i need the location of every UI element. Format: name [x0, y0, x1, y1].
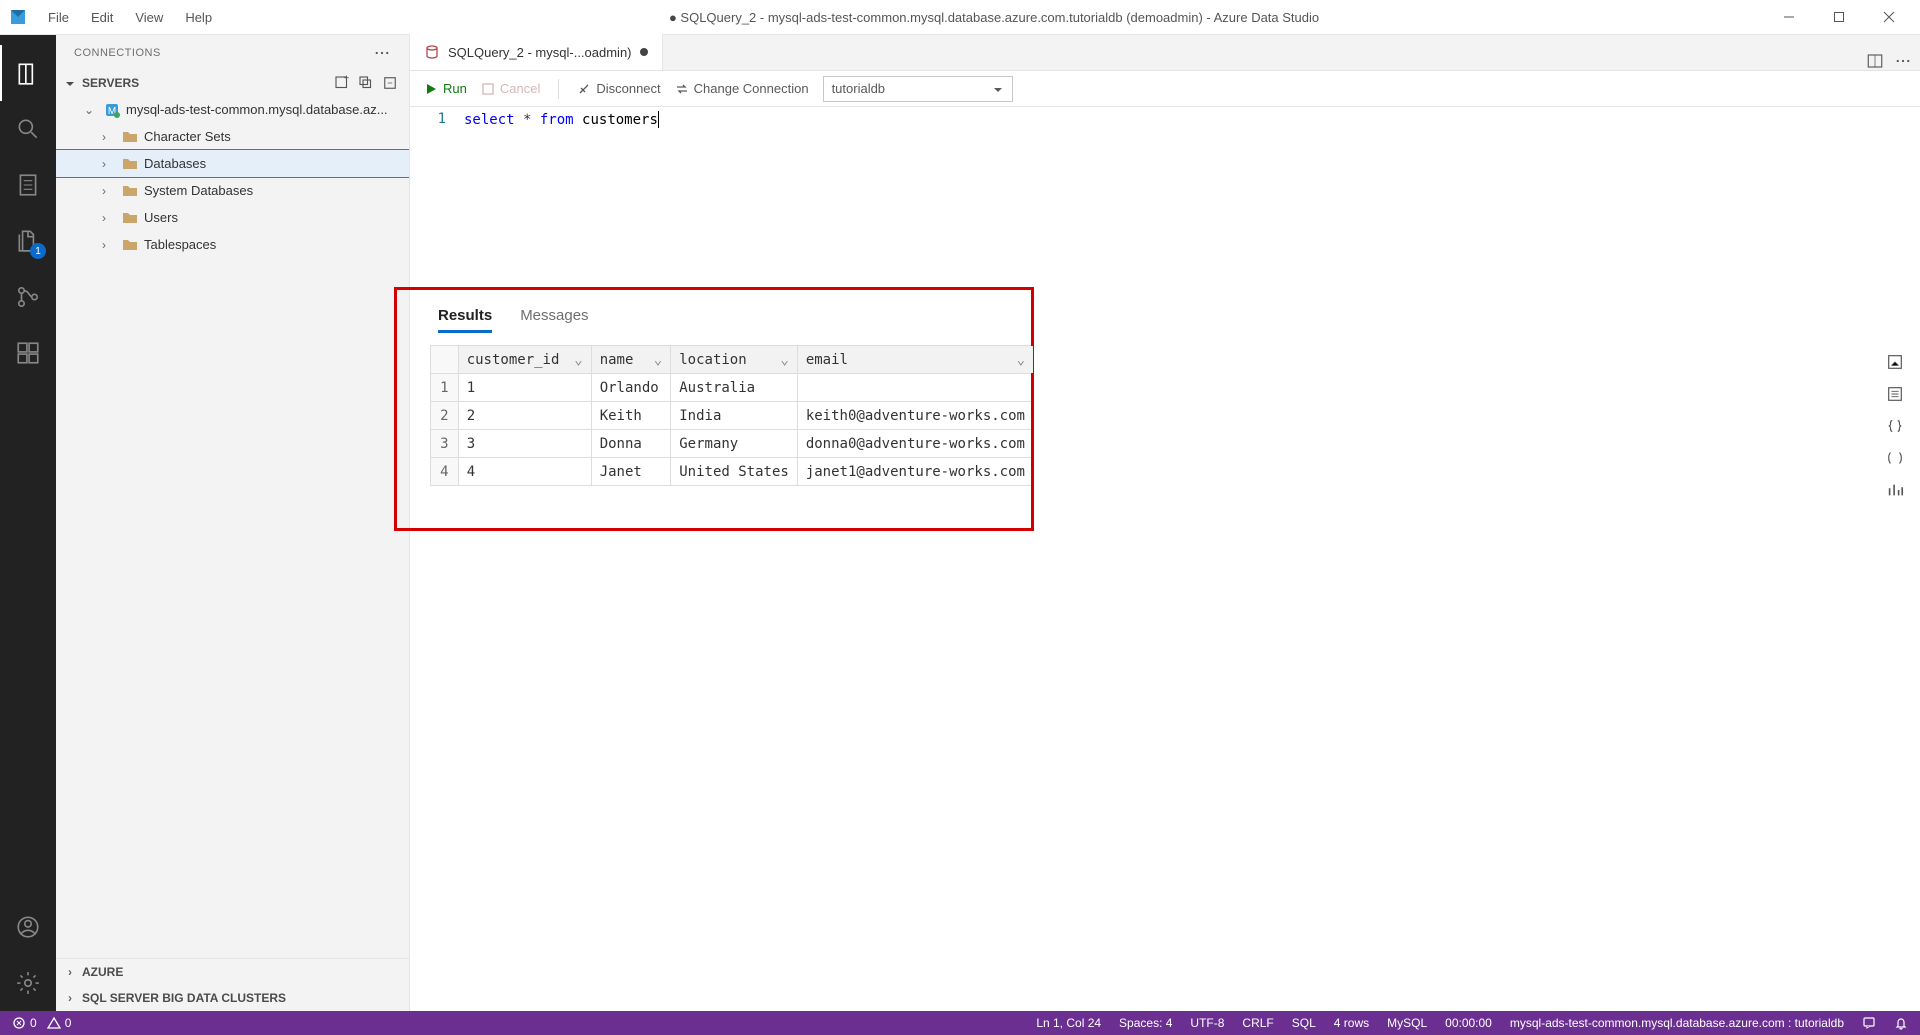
chevron-right-icon: › — [68, 991, 82, 1005]
window-maximize-button[interactable] — [1816, 2, 1862, 32]
activity-connections-icon[interactable] — [0, 45, 56, 101]
status-bar: 0 0 Ln 1, Col 24 Spaces: 4 UTF-8 CRLF SQ… — [0, 1011, 1920, 1035]
save-xml-icon[interactable] — [1886, 449, 1904, 467]
chevron-right-icon: › — [102, 157, 116, 171]
menu-view[interactable]: View — [125, 6, 173, 29]
folder-icon — [122, 182, 138, 199]
table-row[interactable]: 2 2 Keith India keith0@adventure-works.c… — [431, 402, 1034, 430]
save-excel-icon[interactable] — [1886, 385, 1904, 403]
chevron-right-icon: › — [102, 184, 116, 198]
code-editor[interactable]: 1 select * from customers — [410, 107, 1920, 293]
activity-settings-icon[interactable] — [0, 955, 56, 1011]
activity-extensions-icon[interactable] — [0, 325, 56, 381]
menu-edit[interactable]: Edit — [81, 6, 123, 29]
activity-bar: 1 — [0, 35, 56, 1011]
tree-node-tablespaces[interactable]: › Tablespaces — [56, 231, 409, 258]
feedback-icon[interactable] — [1862, 1016, 1876, 1030]
menu-file[interactable]: File — [38, 6, 79, 29]
activity-explorer-icon[interactable]: 1 — [0, 213, 56, 269]
save-csv-icon[interactable] — [1886, 353, 1904, 371]
server-tree: ⌄ M mysql-ads-test-common.mysql.database… — [56, 96, 409, 958]
save-json-icon[interactable] — [1886, 417, 1904, 435]
folder-icon — [122, 128, 138, 145]
line-number: 1 — [410, 107, 464, 132]
chevron-down-icon — [64, 76, 76, 90]
results-action-bar — [1886, 353, 1904, 499]
notifications-icon[interactable] — [1894, 1016, 1908, 1030]
chevron-down-icon[interactable]: ⌄ — [574, 352, 582, 368]
tree-node-character-sets[interactable]: › Character Sets — [56, 123, 409, 150]
activity-badge: 1 — [30, 243, 46, 259]
chevron-right-icon: › — [68, 965, 82, 979]
sidebar-more-icon[interactable] — [373, 44, 391, 62]
sidebar-section-azure[interactable]: › AZURE — [56, 959, 409, 985]
titlebar: File Edit View Help SQLQuery_2 - mysql-a… — [0, 0, 1920, 35]
chevron-right-icon: › — [102, 130, 116, 144]
status-language[interactable]: SQL — [1292, 1016, 1316, 1030]
new-group-icon[interactable] — [357, 74, 375, 92]
new-connection-icon[interactable] — [333, 74, 351, 92]
status-engine[interactable]: MySQL — [1387, 1016, 1427, 1030]
split-editor-icon[interactable] — [1866, 52, 1884, 70]
tree-server-node[interactable]: ⌄ M mysql-ads-test-common.mysql.database… — [56, 96, 409, 123]
folder-icon — [122, 209, 138, 226]
sidebar: CONNECTIONS SERVERS ⌄ M mysql-ads-t — [56, 35, 410, 1011]
status-rows[interactable]: 4 rows — [1334, 1016, 1369, 1030]
status-ln-col[interactable]: Ln 1, Col 24 — [1036, 1016, 1101, 1030]
results-grid[interactable]: customer_id⌄ name⌄ location⌄ email⌄ 1 1 … — [430, 345, 1034, 486]
collapse-all-icon[interactable] — [381, 74, 399, 92]
run-button[interactable]: Run — [424, 81, 467, 96]
status-errors[interactable]: 0 — [12, 1016, 37, 1030]
database-server-icon: M — [104, 101, 120, 118]
table-row[interactable]: 4 4 Janet United States janet1@adventure… — [431, 458, 1034, 486]
disconnect-button[interactable]: Disconnect — [577, 81, 660, 96]
sidebar-title: CONNECTIONS — [74, 47, 161, 59]
menu-help[interactable]: Help — [175, 6, 222, 29]
chevron-down-icon: ⌄ — [84, 103, 98, 117]
folder-icon — [122, 155, 138, 172]
tab-results[interactable]: Results — [438, 307, 492, 333]
chevron-right-icon: › — [102, 211, 116, 225]
text-cursor — [658, 111, 659, 128]
cancel-button[interactable]: Cancel — [481, 81, 540, 96]
dirty-indicator-icon — [640, 48, 648, 56]
folder-icon — [122, 236, 138, 253]
editor-tab[interactable]: SQLQuery_2 - mysql-...oadmin) — [410, 34, 663, 70]
more-actions-icon[interactable] — [1894, 52, 1912, 70]
activity-search-icon[interactable] — [0, 101, 56, 157]
change-connection-button[interactable]: Change Connection — [675, 81, 809, 96]
servers-section-header[interactable]: SERVERS — [56, 70, 409, 96]
chevron-down-icon — [992, 81, 1004, 96]
window-minimize-button[interactable] — [1766, 2, 1812, 32]
results-panel: Results Messages customer_id⌄ name⌄ loca… — [410, 293, 1920, 1011]
activity-notebooks-icon[interactable] — [0, 157, 56, 213]
window-close-button[interactable] — [1866, 2, 1912, 32]
status-time[interactable]: 00:00:00 — [1445, 1016, 1492, 1030]
activity-account-icon[interactable] — [0, 899, 56, 955]
tab-messages[interactable]: Messages — [520, 307, 588, 333]
status-spaces[interactable]: Spaces: 4 — [1119, 1016, 1172, 1030]
sidebar-section-bigdata[interactable]: › SQL SERVER BIG DATA CLUSTERS — [56, 985, 409, 1011]
chevron-down-icon[interactable]: ⌄ — [1017, 352, 1025, 368]
chevron-right-icon: › — [102, 238, 116, 252]
tree-node-databases[interactable]: › Databases — [56, 150, 409, 177]
status-warnings[interactable]: 0 — [47, 1016, 72, 1030]
tree-node-users[interactable]: › Users — [56, 204, 409, 231]
chevron-down-icon[interactable]: ⌄ — [654, 352, 662, 368]
app-icon — [8, 7, 28, 27]
status-eol[interactable]: CRLF — [1242, 1016, 1273, 1030]
status-connection[interactable]: mysql-ads-test-common.mysql.database.azu… — [1510, 1016, 1844, 1030]
database-select[interactable]: tutorialdb — [823, 76, 1013, 102]
chevron-down-icon[interactable]: ⌄ — [780, 352, 788, 368]
window-title: SQLQuery_2 - mysql-ads-test-common.mysql… — [222, 10, 1766, 25]
sql-file-icon — [424, 44, 440, 61]
status-encoding[interactable]: UTF-8 — [1190, 1016, 1224, 1030]
main-area: SQLQuery_2 - mysql-...oadmin) Run Cancel… — [410, 35, 1920, 1011]
table-row[interactable]: 3 3 Donna Germany donna0@adventure-works… — [431, 430, 1034, 458]
query-toolbar: Run Cancel Disconnect Change Connection … — [410, 71, 1920, 107]
chart-icon[interactable] — [1886, 481, 1904, 499]
table-row[interactable]: 1 1 Orlando Australia — [431, 374, 1034, 402]
activity-source-control-icon[interactable] — [0, 269, 56, 325]
tree-node-system-databases[interactable]: › System Databases — [56, 177, 409, 204]
